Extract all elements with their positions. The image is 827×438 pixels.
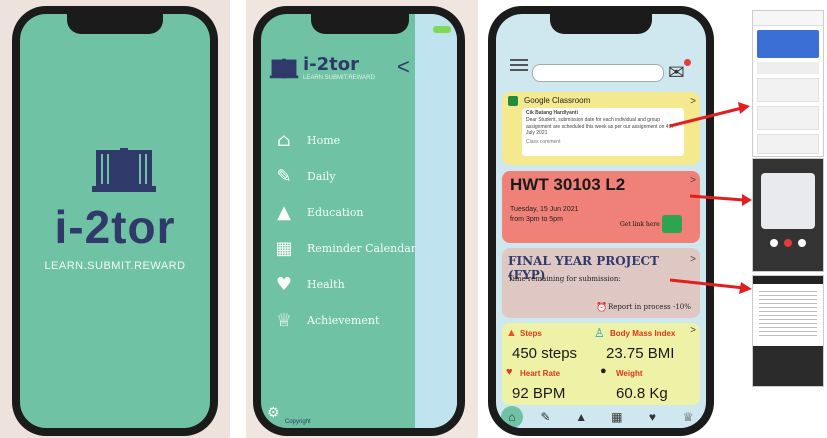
book-logo-icon: [92, 148, 156, 192]
stethoscope-icon: ♥: [275, 273, 293, 295]
graduation-cap-icon: ▲: [277, 201, 291, 223]
menu-item-label: Health: [307, 277, 345, 291]
phone-splash: i-2tor LEARN.SUBMIT.REWARD: [12, 6, 218, 436]
menu-item-reminder-calendar[interactable]: ▦ Reminder Calendar: [271, 236, 416, 260]
bmi-value: 23.75 BMI: [606, 345, 675, 362]
class-date: Tuesday, 15 Jun 2021: [510, 206, 579, 213]
chevron-right-icon: >: [690, 254, 696, 265]
mail-icon[interactable]: ✉: [668, 60, 685, 85]
chevron-right-icon: >: [690, 325, 696, 336]
splash-tagline: LEARN.SUBMIT.REWARD: [44, 260, 186, 272]
bmi-label: Body Mass Index: [610, 329, 676, 338]
menu-item-home[interactable]: ⌂ Home: [271, 128, 340, 152]
classroom-title: Google Classroom: [524, 96, 591, 105]
menu-item-label: Education: [307, 205, 364, 219]
arrow-to-report-icon: [669, 278, 752, 294]
splash-screen: i-2tor LEARN.SUBMIT.REWARD: [20, 14, 210, 428]
calendar-icon: ▦: [275, 237, 293, 259]
classroom-icon: [508, 96, 518, 106]
splash-brand: i-2tor: [54, 201, 176, 253]
menu-item-daily[interactable]: ✎ Daily: [271, 164, 336, 188]
person-icon: ♙: [594, 326, 605, 340]
bottom-tab-bar: ⌂ ✎ ▲ ▦ ♥ ♕: [496, 406, 706, 428]
heart-rate-label: Heart Rate: [520, 369, 561, 378]
google-meet-icon[interactable]: [662, 215, 682, 233]
post-author: Cik Batang Hardiyanti: [526, 110, 578, 116]
steps-label: Steps: [520, 329, 542, 338]
phone-notch: [67, 14, 163, 34]
classroom-screenshot-thumbnail: [752, 10, 824, 157]
content-behind-drawer[interactable]: [415, 14, 457, 428]
settings-gear-icon[interactable]: ⚙: [267, 404, 280, 421]
health-card[interactable]: > ▲ Steps 450 steps ♙ Body Mass Index 23…: [502, 323, 700, 405]
class-time: from 3pm to 5pm: [510, 215, 563, 223]
tab-daily-icon[interactable]: ✎: [532, 410, 558, 424]
phone-notch: [550, 14, 652, 34]
tab-calendar-icon[interactable]: ▦: [604, 410, 630, 424]
drawer-app-subtitle: LEARN.SUBMIT.REWARD: [303, 75, 375, 81]
edit-icon: ✎: [276, 165, 292, 187]
tab-achievement-icon[interactable]: ♕: [675, 410, 701, 424]
home-icon: ⌂: [277, 129, 291, 151]
tab-education-icon[interactable]: ▲: [568, 410, 594, 424]
menu-item-label: Achievement: [307, 313, 380, 327]
meet-screenshot-thumbnail: [752, 158, 824, 272]
menu-item-health[interactable]: ♥ Health: [271, 272, 345, 296]
chevron-right-icon: >: [690, 175, 696, 186]
tab-home-icon[interactable]: ⌂: [500, 406, 523, 428]
menu-item-label: Reminder Calendar: [307, 241, 417, 255]
top-bar: ✉: [496, 40, 706, 90]
classroom-post: Cik Batang Hardiyanti Dear Student, subm…: [522, 108, 684, 156]
drawer-screen: i-2tor LEARN.SUBMIT.REWARD < ⌂ Home ✎ Da…: [261, 14, 457, 428]
menu-item-label: Daily: [307, 169, 336, 183]
home-screen: ✉ Google Classroom > Cik Batang Hardiyan…: [496, 14, 706, 428]
tab-health-icon[interactable]: ♥: [639, 410, 665, 424]
weight-label: Weight: [616, 369, 643, 378]
phone-home: ✉ Google Classroom > Cik Batang Hardiyan…: [488, 6, 714, 436]
menu-item-label: Home: [307, 133, 341, 147]
copyright-text: Copyright: [285, 419, 311, 425]
post-body: Dear Student, submission date for each i…: [526, 116, 673, 137]
fyp-subtitle: Time remaining for submission:: [508, 275, 621, 283]
trophy-icon: ♕: [275, 309, 293, 331]
heart-icon: ♥: [506, 366, 513, 378]
close-drawer-button[interactable]: <: [397, 54, 410, 80]
fyp-report-status: Report in process -10%: [608, 303, 691, 311]
document-screenshot-thumbnail: [752, 275, 824, 387]
alarm-clock-icon: ⏰: [596, 302, 608, 312]
meet-link[interactable]: Get link here: [620, 221, 660, 228]
weight-value: 60.8 Kg: [616, 385, 668, 402]
drawer-app-title: i-2tor: [303, 54, 360, 75]
book-logo-icon: [269, 58, 299, 79]
battery-icon: [433, 26, 451, 33]
arrow-to-classroom-icon: [669, 102, 750, 128]
notification-badge: [684, 59, 691, 66]
arrow-to-meet-icon: [689, 194, 752, 206]
menu-hamburger-icon[interactable]: [510, 56, 528, 74]
class-meeting-card[interactable]: HWT 30103 L2 > Tuesday, 15 Jun 2021 from…: [502, 171, 700, 243]
heart-rate-value: 92 BPM: [512, 385, 566, 402]
class-schedule: Tuesday, 15 Jun 2021 from 3pm to 5pm: [510, 205, 579, 225]
class-comment-link[interactable]: Class comment: [526, 139, 680, 146]
phone-notch: [311, 14, 409, 34]
phone-drawer: i-2tor LEARN.SUBMIT.REWARD < ⌂ Home ✎ Da…: [253, 6, 465, 436]
steps-value: 450 steps: [512, 345, 578, 362]
flame-icon: ▲: [506, 327, 517, 339]
class-code: HWT 30103 L2: [510, 175, 626, 194]
search-input[interactable]: [532, 64, 664, 82]
menu-item-education[interactable]: ▲ Education: [271, 200, 364, 224]
kettlebell-icon: ●: [600, 365, 607, 377]
menu-item-achievement[interactable]: ♕ Achievement: [271, 308, 379, 332]
